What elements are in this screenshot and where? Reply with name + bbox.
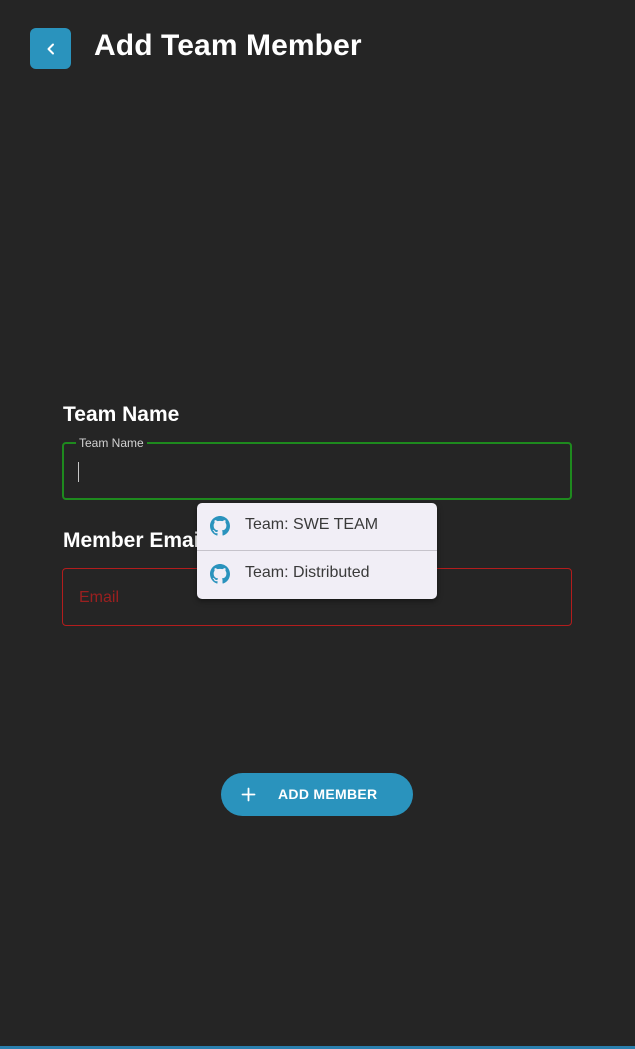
github-icon [210, 516, 230, 536]
github-icon [210, 564, 230, 584]
plus-icon [241, 787, 256, 802]
chevron-left-icon [47, 43, 54, 54]
text-caret [78, 462, 79, 482]
team-name-field[interactable]: Team Name [62, 436, 572, 500]
member-email-heading: Member Email [63, 529, 206, 552]
suggestion-label: Team: Distributed [245, 564, 370, 581]
add-member-button[interactable]: ADD MEMBER [221, 773, 413, 816]
add-team-member-screen: Add Team Member Team Name Team Name Memb… [0, 0, 635, 1049]
suggestion-item-distributed[interactable]: Team: Distributed [197, 551, 437, 598]
team-name-floating-label: Team Name [76, 436, 147, 450]
team-name-heading: Team Name [63, 403, 180, 426]
suggestion-label: Team: SWE TEAM [245, 516, 379, 533]
add-member-label: ADD MEMBER [278, 786, 378, 802]
back-button[interactable] [30, 28, 71, 69]
page-title: Add Team Member [94, 29, 362, 62]
suggestion-item-swe-team[interactable]: Team: SWE TEAM [197, 503, 437, 550]
team-suggestions-dropdown: Team: SWE TEAM Team: Distributed [197, 503, 437, 599]
